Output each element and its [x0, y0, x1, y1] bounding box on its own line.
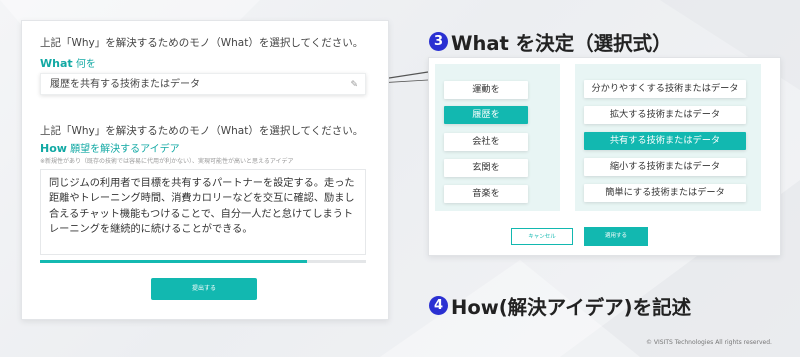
how-label: How 願望を解決するアイデア [40, 140, 180, 155]
idea-form-card: 上記「Why」を解決するためのモノ（What）を選択してください。 What 何… [21, 20, 389, 320]
noun-option-1[interactable]: 拡大する技術またはデータ [584, 106, 746, 124]
step3-heading: 3 What を決定（選択式） [429, 27, 672, 56]
verb-options-panel: 運動を 履歴を 会社を 玄関を 音楽を [435, 64, 560, 211]
step4-heading: 4 How(解決アイデア)を記述 [429, 291, 691, 320]
what-select-field[interactable]: 履歴を共有する技術またはデータ ✎ [40, 73, 366, 95]
verb-option-0[interactable]: 運動を [444, 81, 528, 99]
submit-button[interactable]: 提出する [151, 278, 257, 300]
how-label-sub: 願望を解決するアイデア [70, 144, 180, 155]
noun-option-2[interactable]: 共有する技術またはデータ [584, 132, 746, 150]
verb-option-1[interactable]: 履歴を [444, 106, 528, 124]
what-question: 上記「Why」を解決するためのモノ（What）を選択してください。 [40, 37, 364, 49]
verb-option-2[interactable]: 会社を [444, 133, 528, 151]
what-label-bold: What [40, 57, 73, 70]
noun-option-3[interactable]: 縮小する技術またはデータ [584, 158, 746, 176]
step3-title: What を決定（選択式） [451, 32, 672, 55]
noun-option-0[interactable]: 分かりやすくする技術またはデータ [584, 80, 746, 98]
noun-options-panel: 分かりやすくする技術またはデータ 拡大する技術またはデータ 共有する技術またはデ… [575, 64, 761, 211]
edit-pencil-icon[interactable]: ✎ [350, 74, 358, 96]
how-question: 上記「Why」を解決するためのモノ（What）を選択してください。 [40, 125, 364, 137]
step3-number-badge: 3 [429, 32, 448, 51]
how-label-bold: How [40, 142, 67, 155]
cancel-button[interactable]: キャンセル [511, 228, 573, 245]
progress-fill [40, 260, 308, 263]
progress-bar [40, 260, 366, 263]
step4-title: How(解決アイデア)を記述 [451, 296, 692, 319]
what-value: 履歴を共有する技術またはデータ [50, 79, 200, 90]
verb-option-4[interactable]: 音楽を [444, 185, 528, 203]
verb-option-3[interactable]: 玄関を [444, 159, 528, 177]
how-textarea[interactable]: 同じジムの利用者で目標を共有するパートナーを設定する。走った距離やトレーニング時… [40, 169, 366, 255]
copyright-text: © VISITS Technologies All rights reserve… [646, 339, 772, 346]
noun-option-4[interactable]: 簡単にする技術またはデータ [584, 184, 746, 202]
what-selection-modal: 運動を 履歴を 会社を 玄関を 音楽を 分かりやすくする技術またはデータ 拡大す… [428, 57, 781, 256]
how-hint: ※新規性があり（既存の技術では容易に代用が利かない）、実現可能性が高いと思えるア… [40, 158, 294, 165]
step4-number-badge: 4 [429, 296, 448, 315]
what-label: What 何を [40, 55, 96, 70]
apply-button[interactable]: 適用する [584, 227, 648, 246]
what-label-sub: 何を [75, 59, 96, 70]
